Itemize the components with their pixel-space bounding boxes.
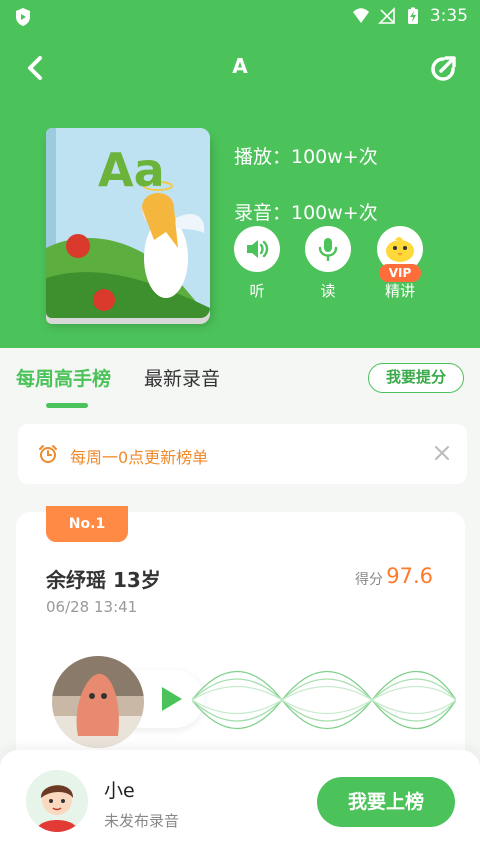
lecture-button[interactable]: VIP <box>377 226 423 282</box>
alarm-clock-icon <box>39 445 57 463</box>
tab-indicator <box>46 403 88 408</box>
share-icon[interactable] <box>428 52 460 84</box>
chick-mascot-icon <box>386 237 414 262</box>
audio-waveform <box>192 670 456 730</box>
my-avatar[interactable] <box>26 770 88 832</box>
play-icon[interactable] <box>156 684 186 714</box>
shield-icon <box>16 8 30 26</box>
no-signal-icon <box>377 7 395 24</box>
lecture-action[interactable]: VIP 精讲 <box>370 226 430 301</box>
bottom-bar: 小e 未发布录音 我要上榜 <box>0 750 480 853</box>
ranking-card[interactable]: No.1 余纾瑶 13岁 06/28 13:41 得分 97.6 <box>16 506 465 772</box>
improve-score-button[interactable]: 我要提分 <box>368 363 464 393</box>
listen-label: 听 <box>249 282 265 300</box>
read-label: 读 <box>320 282 336 300</box>
book-cover-illustration: Aa <box>46 128 210 318</box>
entry-user-name: 余纾瑶 13岁 <box>46 568 161 592</box>
clock: 3:35 <box>429 6 468 26</box>
score-value: 97.6 <box>386 564 433 588</box>
score-label: 得分 <box>355 572 383 588</box>
my-name: 小e <box>104 780 135 802</box>
join-ranking-button[interactable]: 我要上榜 <box>317 777 455 827</box>
battery-charging-icon <box>407 7 418 24</box>
listen-button[interactable] <box>234 226 280 272</box>
microphone-icon <box>318 238 338 261</box>
book-cover: Aa <box>46 128 210 318</box>
entry-date: 06/28 13:41 <box>46 598 138 616</box>
play-count: 播放：100w+次 <box>234 146 378 168</box>
tab-latest-recordings[interactable]: 最新录音 <box>144 364 220 391</box>
page-title: A <box>232 54 248 78</box>
header: 3:35 A Aa 播放：100w+次 录音：100w+次 听 读 VIP 精讲 <box>0 0 480 348</box>
update-notice: 每周一0点更新榜单 <box>18 424 467 484</box>
speaker-icon <box>247 240 269 258</box>
vip-badge: VIP <box>379 264 421 282</box>
entry-avatar <box>52 656 144 748</box>
boy-avatar-illustration <box>26 770 88 832</box>
nav-bar: A <box>0 48 480 88</box>
read-button[interactable] <box>305 226 351 272</box>
status-bar: 3:35 <box>0 0 480 34</box>
lecture-label: 精讲 <box>384 282 415 300</box>
book-letters: Aa <box>98 143 165 197</box>
tab-weekly-ranking[interactable]: 每周高手榜 <box>16 364 111 391</box>
my-status: 未发布录音 <box>104 812 180 830</box>
wifi-icon <box>352 8 369 23</box>
read-action[interactable]: 读 <box>298 226 358 301</box>
recording-player <box>52 652 456 748</box>
avatar-photo-illustration <box>52 656 144 748</box>
rank-badge: No.1 <box>46 506 128 542</box>
listen-action[interactable]: 听 <box>227 226 287 301</box>
notice-text: 每周一0点更新榜单 <box>70 448 209 467</box>
tab-bar: 每周高手榜 最新录音 我要提分 <box>0 348 480 410</box>
close-icon[interactable] <box>433 444 451 462</box>
